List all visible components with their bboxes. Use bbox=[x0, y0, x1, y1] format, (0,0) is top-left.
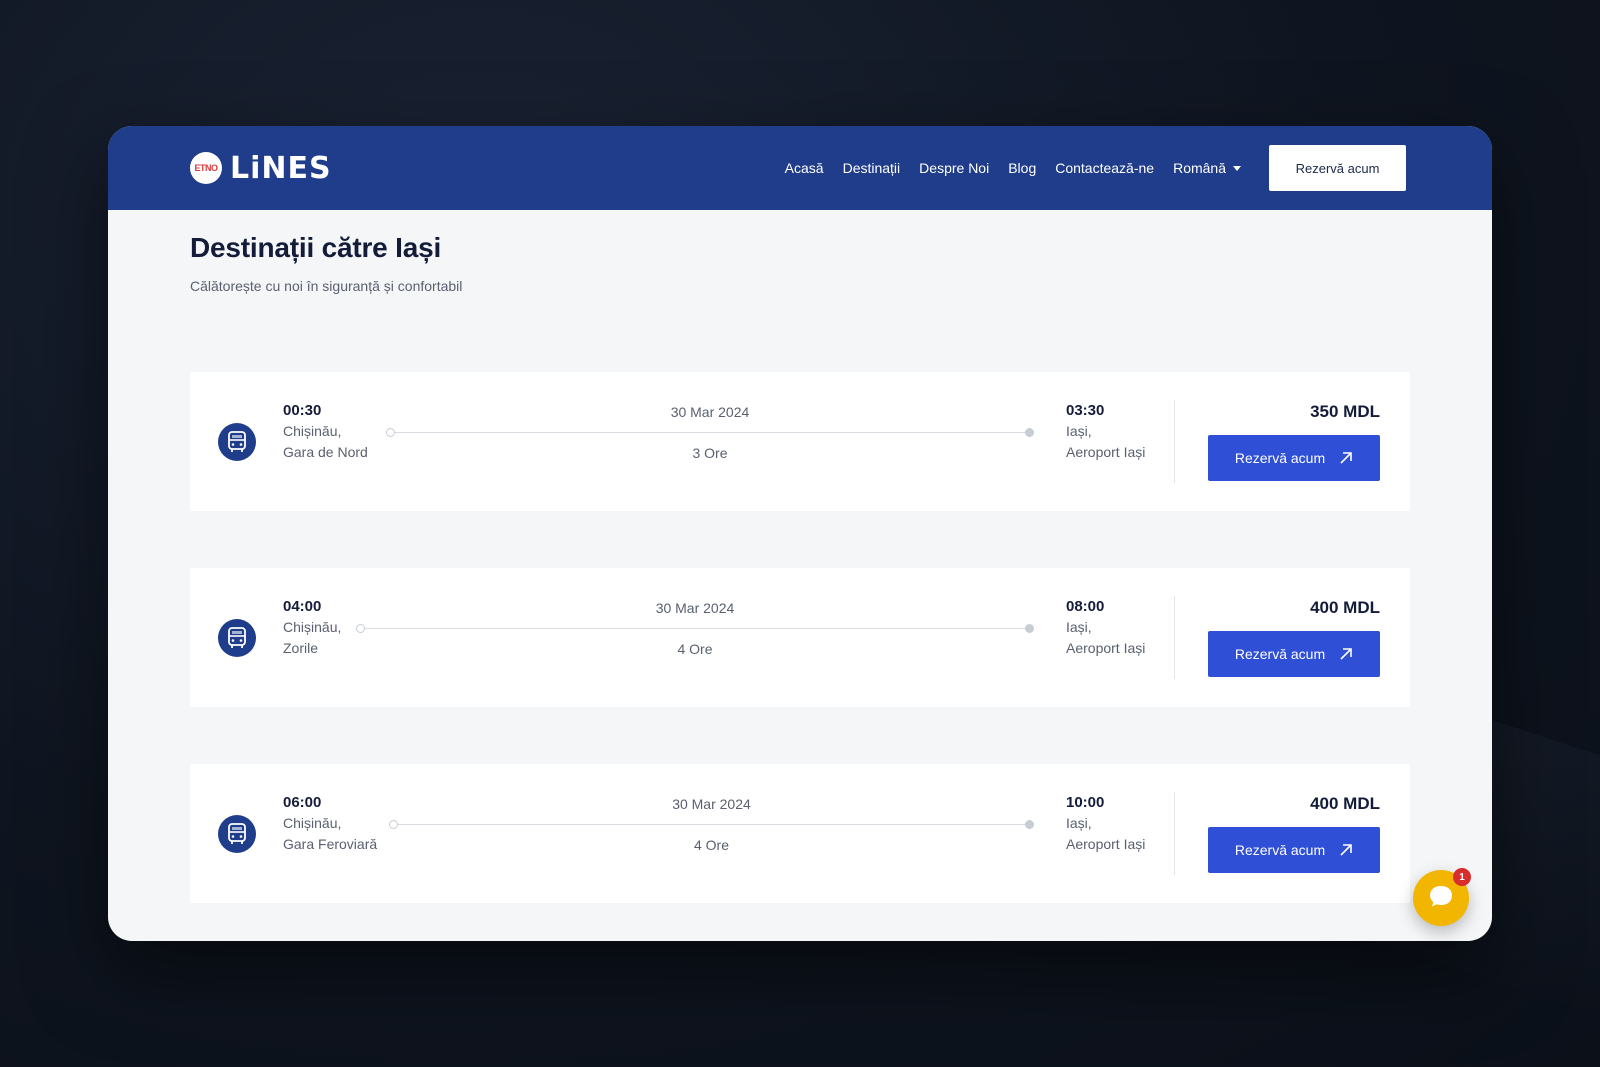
nav-link-blog[interactable]: Blog bbox=[1008, 160, 1036, 176]
book-button-label: Rezervă acum bbox=[1234, 450, 1326, 466]
trip-price: 400 MDL bbox=[1310, 598, 1380, 617]
departure-station: Gara de Nord bbox=[283, 444, 368, 460]
bus-icon bbox=[218, 814, 256, 853]
route-timeline: 30 Mar 2024 4 Ore bbox=[356, 598, 1034, 678]
notification-badge: 1 bbox=[1453, 868, 1471, 886]
departure-time: 00:30 bbox=[283, 402, 322, 419]
trip-price: 400 MDL bbox=[1310, 794, 1380, 813]
language-label: Română bbox=[1173, 160, 1226, 176]
departure-info: 00:30 Chișinău, Gara de Nord bbox=[283, 402, 403, 463]
book-button-label: Rezervă acum bbox=[1234, 646, 1326, 662]
route-start-dot bbox=[356, 624, 365, 633]
trip-date: 30 Mar 2024 bbox=[655, 600, 735, 616]
arrival-info: 08:00 Iași, Aeroport Iași bbox=[1066, 598, 1166, 659]
route-timeline: 30 Mar 2024 3 Ore bbox=[386, 402, 1034, 482]
nav-link-contact[interactable]: Contactează-ne bbox=[1055, 160, 1154, 176]
route-start-dot bbox=[389, 820, 398, 829]
arrow-up-right-icon bbox=[1339, 451, 1353, 465]
departure-info: 06:00 Chișinău, Gara Feroviară bbox=[283, 794, 403, 855]
trip-date: 30 Mar 2024 bbox=[672, 796, 751, 812]
logo-text: LiNES bbox=[230, 150, 332, 186]
caret-down-icon bbox=[1233, 165, 1241, 171]
book-trip-button[interactable]: Rezervă acum bbox=[1208, 827, 1380, 873]
bus-icon bbox=[218, 618, 256, 657]
route-line bbox=[393, 824, 1030, 825]
arrival-city: Iași, bbox=[1066, 619, 1092, 635]
arrow-up-right-icon bbox=[1339, 647, 1353, 661]
route-end-dot bbox=[1025, 624, 1034, 633]
route-end-dot bbox=[1025, 820, 1034, 829]
nav-link-destinatii[interactable]: Destinații bbox=[843, 160, 901, 176]
chat-widget-button[interactable]: 1 bbox=[1413, 868, 1471, 926]
arrival-station: Aeroport Iași bbox=[1066, 836, 1146, 852]
trip-date: 30 Mar 2024 bbox=[670, 404, 750, 420]
page-subtitle: Călătorește cu noi în siguranță și confo… bbox=[190, 278, 463, 294]
trip-price: 350 MDL bbox=[1310, 402, 1380, 421]
nav-book-button[interactable]: Rezervă acum bbox=[1269, 145, 1406, 191]
arrival-city: Iași, bbox=[1066, 815, 1092, 831]
arrival-time: 08:00 bbox=[1066, 598, 1105, 615]
route-line bbox=[360, 628, 1030, 629]
trip-duration: 4 Ore bbox=[693, 837, 729, 853]
divider bbox=[1174, 400, 1175, 483]
route-timeline: 30 Mar 2024 4 Ore bbox=[389, 794, 1034, 874]
navbar: ETNO LiNES Acasă Destinații Despre Noi B… bbox=[108, 126, 1492, 210]
trip-card: 00:30 Chișinău, Gara de Nord 30 Mar 2024… bbox=[190, 372, 1410, 511]
route-end-dot bbox=[1025, 428, 1034, 437]
logo[interactable]: ETNO LiNES bbox=[190, 151, 332, 186]
nav-link-despre-noi[interactable]: Despre Noi bbox=[919, 160, 989, 176]
book-button-label: Rezervă acum bbox=[1234, 842, 1326, 858]
departure-city: Chișinău, bbox=[283, 423, 342, 439]
arrival-time: 03:30 bbox=[1066, 402, 1105, 419]
trip-duration: 3 Ore bbox=[692, 445, 728, 461]
chat-icon bbox=[1427, 882, 1455, 915]
departure-time: 06:00 bbox=[283, 794, 322, 811]
route-line bbox=[390, 432, 1030, 433]
page-title: Destinații către Iași bbox=[190, 232, 442, 263]
trip-list: 00:30 Chișinău, Gara de Nord 30 Mar 2024… bbox=[190, 372, 1410, 903]
arrival-time: 10:00 bbox=[1066, 794, 1105, 811]
arrow-up-right-icon bbox=[1339, 843, 1353, 857]
nav-link-acasa[interactable]: Acasă bbox=[785, 160, 824, 176]
book-trip-button[interactable]: Rezervă acum bbox=[1208, 435, 1380, 481]
trip-duration: 4 Ore bbox=[677, 641, 713, 657]
language-selector[interactable]: Română bbox=[1173, 160, 1241, 176]
browser-window: ETNO LiNES Acasă Destinații Despre Noi B… bbox=[108, 126, 1492, 941]
trip-card: 04:00 Chișinău, Zorile 30 Mar 2024 4 Ore… bbox=[190, 568, 1410, 707]
bus-icon bbox=[218, 422, 256, 461]
divider bbox=[1174, 792, 1175, 875]
arrival-info: 10:00 Iași, Aeroport Iași bbox=[1066, 794, 1166, 855]
arrival-city: Iași, bbox=[1066, 423, 1092, 439]
departure-city: Chișinău, bbox=[283, 815, 342, 831]
route-start-dot bbox=[386, 428, 395, 437]
arrival-station: Aeroport Iași bbox=[1066, 640, 1146, 656]
book-trip-button[interactable]: Rezervă acum bbox=[1208, 631, 1380, 677]
logo-badge-icon: ETNO bbox=[190, 152, 222, 184]
arrival-station: Aeroport Iași bbox=[1066, 444, 1146, 460]
departure-station: Gara Feroviară bbox=[283, 836, 378, 852]
nav-links: Acasă Destinații Despre Noi Blog Contact… bbox=[785, 160, 1241, 176]
nav-right: Acasă Destinații Despre Noi Blog Contact… bbox=[785, 145, 1406, 191]
divider bbox=[1174, 596, 1175, 679]
arrival-info: 03:30 Iași, Aeroport Iași bbox=[1066, 402, 1166, 463]
main-content: Destinații către Iași Călătorește cu noi… bbox=[108, 210, 1492, 903]
trip-card: 06:00 Chișinău, Gara Feroviară 30 Mar 20… bbox=[190, 764, 1410, 903]
